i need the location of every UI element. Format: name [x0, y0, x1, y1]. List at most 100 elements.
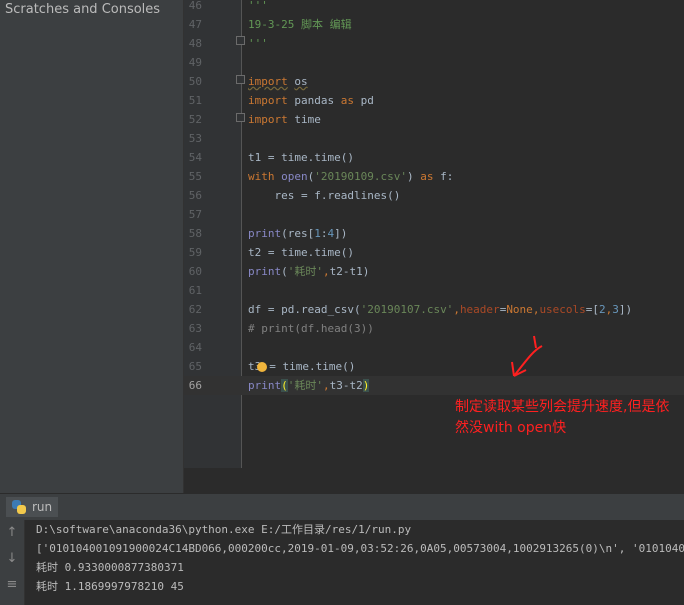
run-panel-header: run — [0, 493, 684, 521]
code-token: open — [281, 170, 308, 183]
line-number: 63 — [188, 322, 202, 335]
code-text: import os — [248, 72, 308, 91]
fold-marker-icon[interactable] — [236, 75, 245, 84]
code-token: res = f.readlines() — [248, 189, 401, 202]
code-token: None — [506, 303, 533, 316]
line-number: 59 — [188, 246, 202, 259]
code-text: import pandas as pd — [248, 91, 374, 110]
line-number: 47 — [188, 18, 202, 31]
line-number: 53 — [188, 132, 202, 145]
lightbulb-icon[interactable] — [257, 362, 268, 372]
code-token: ]) — [334, 227, 348, 240]
code-text: print(res[1:4]) — [248, 224, 347, 243]
code-line[interactable]: 62 df = pd.read_csv('20190107.csv',header… — [184, 300, 684, 319]
code-token: pd — [353, 94, 374, 107]
line-number: 65 — [188, 360, 202, 373]
arrow-down-icon[interactable]: ↓ — [4, 551, 20, 567]
python-icon — [12, 500, 26, 514]
code-token: import — [248, 75, 288, 88]
code-line[interactable]: 58 print(res[1:4]) — [184, 224, 684, 243]
code-token: , — [323, 379, 330, 392]
code-text: t2 = time.time() — [248, 243, 354, 262]
code-text: ''' — [248, 34, 268, 53]
line-number: 61 — [188, 284, 202, 297]
code-token: ]) — [618, 303, 633, 316]
code-token: 19-3-25 脚本 编辑 — [248, 18, 352, 31]
console-line: 耗时 1.1869997978210 45 — [36, 580, 184, 593]
code-text: df = pd.read_csv('20190107.csv',header=N… — [248, 300, 632, 319]
line-number: 60 — [188, 265, 202, 278]
code-line[interactable]: 52 import time — [184, 110, 684, 129]
code-token: print — [248, 379, 282, 392]
console-output[interactable]: D:\software\anaconda36\python.exe E:/工作目… — [25, 520, 684, 605]
code-line[interactable]: 48 ''' — [184, 34, 684, 53]
fold-marker-icon[interactable] — [236, 36, 245, 45]
code-line[interactable]: 55 with open('20190109.csv') as f: — [184, 167, 684, 186]
code-line[interactable]: 59 t2 = time.time() — [184, 243, 684, 262]
line-number: 66 — [188, 379, 202, 392]
line-number: 62 — [188, 303, 202, 316]
code-line[interactable]: 64 — [184, 338, 684, 357]
line-number: 50 — [188, 75, 202, 88]
code-token: with — [248, 170, 275, 183]
code-token: import — [248, 113, 288, 126]
code-token: t3-t2 — [329, 379, 363, 392]
code-line[interactable]: 57 — [184, 205, 684, 224]
code-token: 1 — [314, 227, 321, 240]
arrow-up-icon[interactable]: ↑ — [4, 525, 20, 541]
code-text: with open('20190109.csv') as f: — [248, 167, 453, 186]
run-tab[interactable]: run — [6, 497, 59, 517]
line-number: 46 — [188, 0, 202, 12]
code-text: t3 = time.time() — [248, 357, 355, 376]
code-token: ) — [362, 379, 370, 392]
code-line[interactable]: 60 print('耗时',t2-t1) — [184, 262, 684, 281]
code-token: print — [248, 265, 282, 278]
line-number: 64 — [188, 341, 202, 354]
code-line[interactable]: 49 — [184, 53, 684, 72]
code-token: ''' — [248, 37, 268, 50]
line-number: 52 — [188, 113, 202, 126]
code-line[interactable]: 50 import os — [184, 72, 684, 91]
code-line[interactable]: 46 ''' — [184, 0, 684, 15]
code-line[interactable]: 66 print('耗时',t3-t2) — [184, 376, 684, 395]
code-text: res = f.readlines() — [248, 186, 400, 205]
code-token: =[ — [585, 303, 600, 316]
code-token: , — [453, 303, 460, 316]
line-number: 51 — [188, 94, 202, 107]
code-token: t2 = time.time() — [248, 246, 354, 259]
code-text: # print(df.head(3)) — [248, 319, 374, 338]
code-token: import — [248, 94, 288, 107]
code-token: time — [287, 113, 321, 126]
code-line[interactable]: 61 — [184, 281, 684, 300]
code-token: usecols — [539, 303, 586, 316]
code-token: as — [420, 170, 434, 183]
fold-marker-icon[interactable] — [236, 113, 245, 122]
code-token: header — [459, 303, 500, 316]
wrap-icon[interactable]: ≡ — [4, 577, 20, 593]
code-token: as — [340, 94, 354, 107]
project-sidebar: Scratches and Consoles — [0, 0, 184, 493]
code-token: ( — [281, 379, 288, 392]
code-line[interactable]: 53 — [184, 129, 684, 148]
code-token: 3 — [612, 303, 619, 316]
code-text: 19-3-25 脚本 编辑 — [248, 15, 352, 34]
line-number: 55 — [188, 170, 202, 183]
code-line[interactable]: 54 t1 = time.time() — [184, 148, 684, 167]
code-token: ''' — [248, 0, 268, 12]
code-line[interactable]: 56 res = f.readlines() — [184, 186, 684, 205]
code-token: os — [294, 75, 308, 88]
code-token: (res[ — [281, 227, 315, 240]
code-token: t2-t1) — [329, 265, 370, 278]
run-toolbar: ↑ ↓ ≡ — [0, 520, 25, 605]
code-token: '20190107.csv' — [360, 303, 454, 316]
code-line[interactable]: 63 # print(df.head(3)) — [184, 319, 684, 338]
code-text: print('耗时',t2-t1) — [248, 262, 369, 281]
annotation-text: 制定读取某些列会提升速度,但是依然没with open快 — [455, 399, 670, 436]
code-line[interactable]: 47 19-3-25 脚本 编辑 — [184, 15, 684, 34]
code-token: t1 = time.time() — [248, 151, 354, 164]
code-token: , — [323, 265, 330, 278]
code-line[interactable]: 51 import pandas as pd — [184, 91, 684, 110]
code-line[interactable]: 65 t3 = time.time() — [184, 357, 684, 376]
sidebar-item-scratches[interactable]: Scratches and Consoles — [0, 0, 160, 18]
code-token: 2 — [599, 303, 606, 316]
